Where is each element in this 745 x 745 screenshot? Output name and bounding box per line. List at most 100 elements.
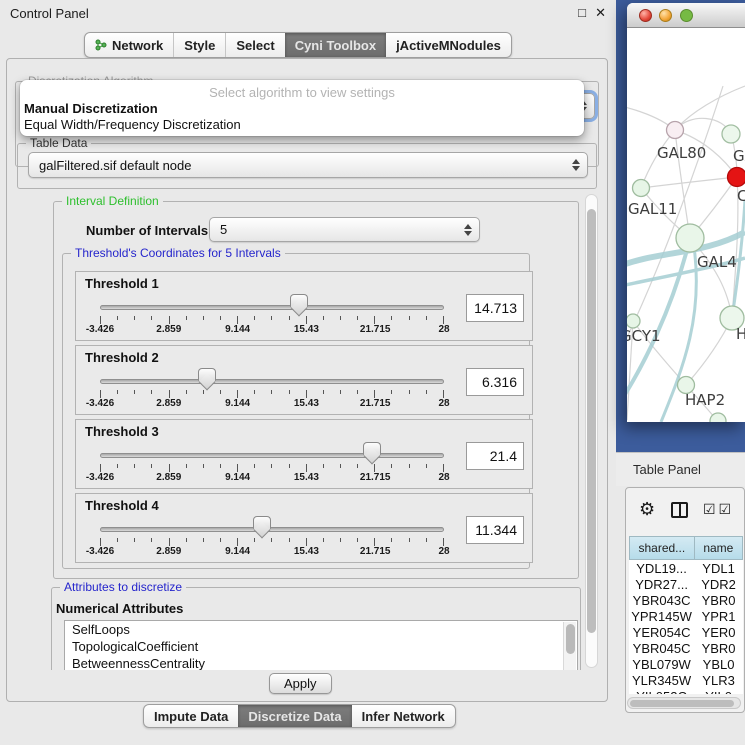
apply-button[interactable]: Apply [269,673,332,694]
column-header-shared[interactable]: shared... [629,536,695,560]
tick-mark [220,390,221,394]
number-of-intervals-label: Number of Intervals [86,223,208,238]
tick-mark [409,464,410,468]
table-row[interactable]: YDL19...YDL1 [629,560,743,576]
tick-mark [426,464,427,468]
slider-scale-label: 28 [438,324,449,335]
float-window-icon[interactable]: □ [578,5,586,21]
slider-scale-label: 2.859 [156,472,181,483]
list-item[interactable]: SelfLoops [65,621,577,638]
dropdown-option-equal-width-frequency[interactable]: Equal Width/Frequency Discretization [23,117,241,132]
tab-network[interactable]: Network [85,33,173,57]
zoom-traffic-light-icon[interactable] [680,9,693,22]
network-canvas[interactable]: GAL80 GA GAL11 C GAL4 GCY1 H HAP2 [627,28,745,422]
interval-definition-group: Interval Definition Number of Intervals … [53,201,579,579]
cell-shared-name: YDR27... [629,577,694,592]
tab-jactivemnodules-label: jActiveMNodules [396,38,501,53]
threshold-3-slider-track[interactable] [100,453,444,458]
panel-vertical-scrollbar[interactable] [585,194,598,668]
checkbox-icons[interactable]: ☑☑ [703,501,734,518]
threshold-4-slider-thumb[interactable] [253,516,271,529]
node-label: GA [733,147,745,165]
network-icon [95,39,107,51]
tick-mark [151,390,152,394]
slider-scale-label: 2.859 [156,546,181,557]
tab-cyni-toolbox[interactable]: Cyni Toolbox [285,33,386,57]
tick-mark [340,464,341,468]
tick-mark [443,390,444,398]
tick-mark [357,316,358,320]
attributes-list-scrollbar[interactable] [563,622,576,670]
tick-mark [374,464,375,472]
table-panel-window: ⚙ ☑☑ shared... name YDL19...YDL1YDR27...… [625,487,745,713]
tick-mark [100,316,101,324]
tick-mark [323,538,324,542]
table-row[interactable]: YBR043CYBR0 [629,592,743,608]
close-icon[interactable]: ✕ [595,5,606,21]
tick-mark [391,316,392,320]
table-toolbar: ⚙ ☑☑ [626,488,744,534]
number-of-intervals-combobox[interactable]: 5 [209,217,480,242]
threshold-3-value-field[interactable] [466,442,524,470]
threshold-4-slider-track[interactable] [100,527,444,532]
threshold-1-label: Threshold 1 [85,276,159,291]
table-row[interactable]: YLR345WYLR3 [629,672,743,688]
threshold-2-slider-thumb[interactable] [198,368,216,381]
threshold-2-slider-track[interactable] [100,379,444,384]
list-item[interactable]: TopologicalCoefficient [65,638,577,655]
tab-impute-data[interactable]: Impute Data [144,705,238,727]
table-row[interactable]: YIL052CYIL0 [629,688,743,694]
tab-jactivemnodules[interactable]: jActiveMNodules [386,33,511,57]
threshold-2-value-field[interactable] [466,368,524,396]
slider-ticks [100,538,444,546]
table-row[interactable]: YPR145WYPR1 [629,608,743,624]
threshold-1-slider-thumb[interactable] [290,294,308,307]
hscrollbar-thumb[interactable] [630,700,734,707]
tick-mark [306,390,307,398]
tick-mark [203,316,204,320]
gear-icon[interactable]: ⚙ [639,499,655,519]
cell-name: YBL0 [694,657,743,672]
table-row[interactable]: YER054CYER0 [629,624,743,640]
network-window-titlebar[interactable] [627,3,745,28]
dropdown-option-manual-discretization[interactable]: Manual Discretization [23,101,158,116]
cell-name: YIL0 [694,689,743,695]
slider-scale-label: 21.715 [360,398,391,409]
tick-mark [426,538,427,542]
column-header-name[interactable]: name [694,536,743,560]
cell-name: YPR1 [694,609,743,624]
tick-mark [409,390,410,394]
threshold-4-value-field[interactable] [466,516,524,544]
tick-mark [203,390,204,394]
threshold-3-slider-thumb[interactable] [363,442,381,455]
slider-scale-label: -3.426 [86,324,114,335]
tab-select[interactable]: Select [225,33,284,57]
tick-mark [409,538,410,542]
numerical-attributes-list[interactable]: SelfLoopsTopologicalCoefficientBetweenne… [64,620,578,670]
tick-mark [237,464,238,472]
slider-scale-label: 9.144 [225,472,250,483]
tick-mark [100,390,101,398]
threshold-1-value-field[interactable] [466,294,524,322]
tab-infer-network[interactable]: Infer Network [352,705,455,727]
table-row[interactable]: YDR27...YDR2 [629,576,743,592]
tick-mark [340,538,341,542]
close-traffic-light-icon[interactable] [639,9,652,22]
tab-network-label: Network [112,38,163,53]
table-row[interactable]: YBL079WYBL0 [629,656,743,672]
minimize-traffic-light-icon[interactable] [659,9,672,22]
split-columns-icon[interactable] [671,502,688,518]
tab-style[interactable]: Style [173,33,225,57]
table-horizontal-scrollbar[interactable] [627,697,741,709]
threshold-1-slider-track[interactable] [100,305,444,310]
tick-mark [323,464,324,468]
node-table[interactable]: shared... name YDL19...YDL1YDR27...YDR2Y… [629,536,743,694]
network-view-window[interactable]: GAL80 GA GAL11 C GAL4 GCY1 H HAP2 [627,3,745,422]
list-item[interactable]: BetweennessCentrality [65,655,577,670]
tab-discretize-data[interactable]: Discretize Data [238,705,351,727]
panel-scrollbar-thumb[interactable] [587,209,596,633]
panel-title: Control Panel [10,6,89,21]
table-row[interactable]: YBR045CYBR0 [629,640,743,656]
tick-mark [117,538,118,542]
table-data-combobox[interactable]: galFiltered.sif default node [28,152,588,178]
